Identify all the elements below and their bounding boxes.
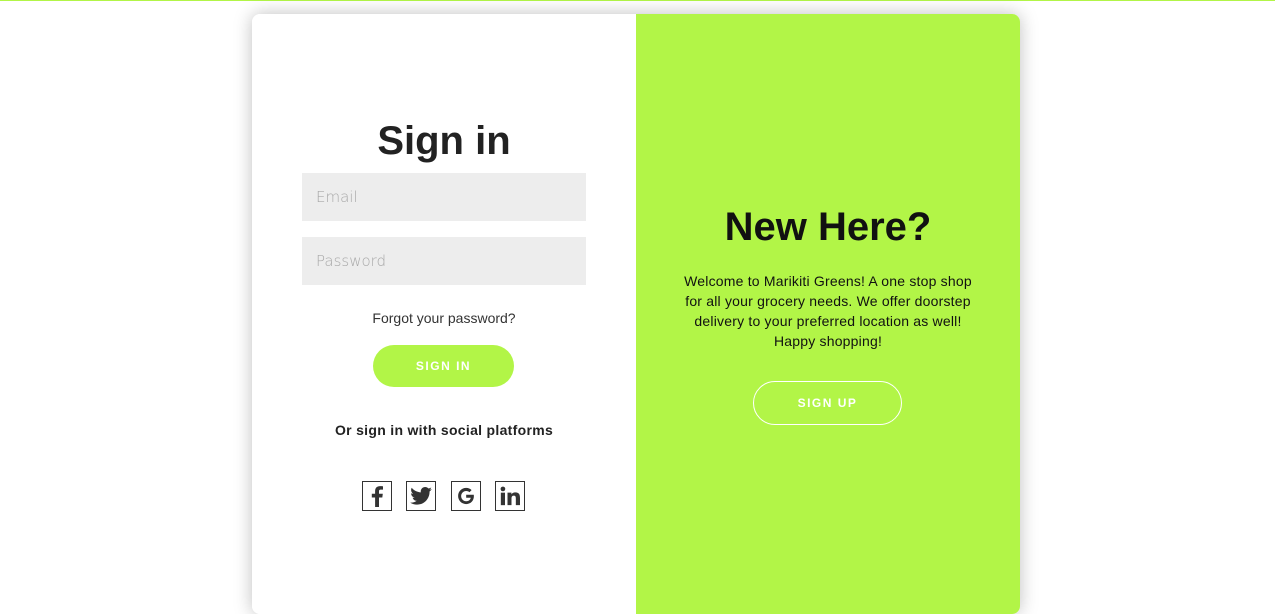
google-icon[interactable] — [451, 481, 481, 511]
social-icons-row — [362, 481, 525, 511]
signin-panel: Sign in Forgot your password? SIGN IN Or… — [252, 14, 636, 614]
signup-button[interactable]: SIGN UP — [753, 381, 902, 425]
twitter-icon[interactable] — [406, 481, 436, 511]
signin-title: Sign in — [377, 119, 511, 163]
new-here-title: New Here? — [724, 205, 932, 249]
password-field[interactable] — [302, 237, 586, 285]
signin-button[interactable]: SIGN IN — [373, 345, 514, 387]
auth-card: Sign in Forgot your password? SIGN IN Or… — [252, 14, 1020, 614]
forgot-password-link[interactable]: Forgot your password? — [252, 310, 636, 326]
welcome-description: Welcome to Marikiti Greens! A one stop s… — [684, 273, 972, 349]
email-field[interactable] — [302, 173, 586, 221]
top-accent-line — [0, 0, 1275, 1]
signup-panel: New Here? Welcome to Marikiti Greens! A … — [636, 14, 1020, 614]
linkedin-icon[interactable] — [495, 481, 525, 511]
social-signin-text: Or sign in with social platforms — [334, 422, 554, 438]
facebook-icon[interactable] — [362, 481, 392, 511]
